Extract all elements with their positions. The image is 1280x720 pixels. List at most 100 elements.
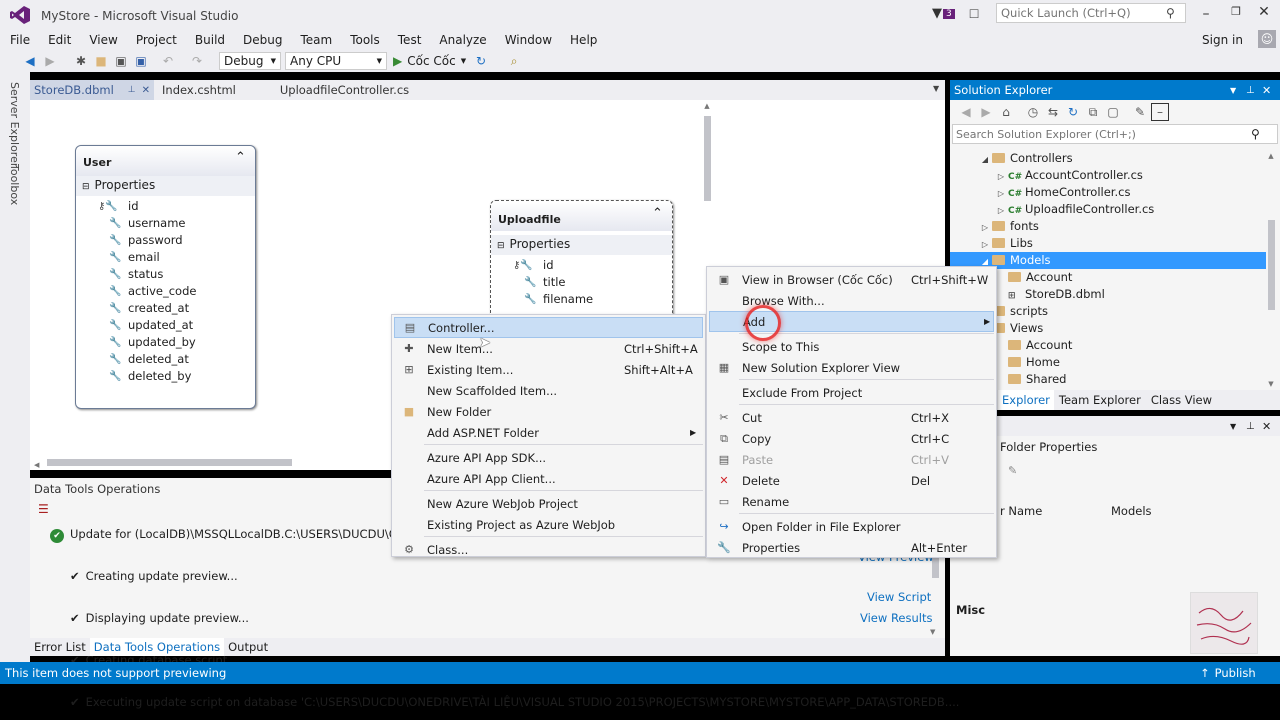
- property-value[interactable]: Models: [1111, 504, 1152, 518]
- search-icon[interactable]: ⚲: [1166, 6, 1175, 20]
- collapse-icon[interactable]: ⌃: [235, 150, 246, 165]
- collapse-section-icon[interactable]: ⊟: [497, 241, 505, 251]
- horizontal-scrollbar[interactable]: ◀: [34, 456, 394, 469]
- sign-in-link[interactable]: Sign in: [1202, 33, 1243, 47]
- tree-item[interactable]: ▷ C# UploadfileController.cs: [950, 201, 1266, 218]
- context-menu-item-copy[interactable]: ⧉ Copy Ctrl+C: [709, 428, 994, 449]
- tab-uploadfile-controller[interactable]: UploadfileController.cs: [272, 83, 417, 97]
- add-menu-item-azure-api-app-client[interactable]: Azure API App Client...: [394, 468, 703, 489]
- context-menu-item-open-folder-in-file-explorer[interactable]: ↪ Open Folder in File Explorer: [709, 516, 994, 537]
- tab-class-view[interactable]: Class View: [1146, 393, 1217, 407]
- entity-property[interactable]: 🔧 deleted_by: [76, 368, 255, 385]
- add-menu-item-new-item[interactable]: ✚ New Item... Ctrl+Shift+A: [394, 338, 703, 359]
- run-button[interactable]: ▶ Cốc Cốc ▼: [393, 54, 466, 68]
- collapsed-arrow-icon[interactable]: ▷: [978, 236, 992, 253]
- add-menu-item-new-folder[interactable]: ■ New Folder: [394, 401, 703, 422]
- scroll-thumb[interactable]: [47, 459, 292, 466]
- vertical-scrollbar[interactable]: ▼: [930, 550, 940, 636]
- view-results-link[interactable]: View Results: [860, 611, 932, 625]
- solution-search-input[interactable]: [956, 127, 1246, 141]
- add-menu-item-new-scaffolded-item[interactable]: New Scaffolded Item...: [394, 380, 703, 401]
- context-menu-item-rename[interactable]: ▭ Rename: [709, 491, 994, 512]
- dropdown-icon[interactable]: ▼: [1230, 422, 1236, 431]
- properties-section[interactable]: ⊟ Properties: [76, 176, 255, 196]
- solution-configuration-combo[interactable]: Debug ▼: [219, 52, 281, 70]
- close-icon[interactable]: ✕: [1262, 84, 1271, 97]
- entity-property[interactable]: 🔧 filename: [491, 291, 672, 308]
- quick-launch-input[interactable]: [1001, 6, 1166, 20]
- menu-edit[interactable]: Edit: [39, 30, 80, 50]
- toolbox-tab[interactable]: Toolbox: [8, 164, 21, 205]
- object-selector[interactable]: Folder Properties: [1000, 440, 1097, 454]
- collapse-section-icon[interactable]: ⊟: [82, 182, 90, 192]
- show-all-files-icon[interactable]: ▢: [1104, 103, 1122, 121]
- menu-help[interactable]: Help: [561, 30, 606, 50]
- expanded-arrow-icon[interactable]: ◢: [978, 151, 992, 168]
- tree-item[interactable]: Views: [950, 320, 1266, 337]
- forward-icon[interactable]: ▶: [41, 52, 59, 70]
- context-menu-item-view-in-browser-c-c-c-c[interactable]: ▣ View in Browser (Cốc Cốc) Ctrl+Shift+W: [709, 269, 994, 290]
- tree-item[interactable]: Shared: [950, 371, 1266, 388]
- tree-item[interactable]: ▷ fonts: [950, 218, 1266, 235]
- menu-debug[interactable]: Debug: [234, 30, 291, 50]
- feedback-icon[interactable]: ☐: [969, 7, 980, 21]
- entity-property[interactable]: 🔧 active_code: [76, 283, 255, 300]
- refresh-icon[interactable]: ↻: [1064, 103, 1082, 121]
- menu-team[interactable]: Team: [291, 30, 341, 50]
- menu-build[interactable]: Build: [186, 30, 234, 50]
- pin-icon[interactable]: ⊥: [128, 85, 136, 95]
- save-icon[interactable]: ▣: [112, 52, 130, 70]
- tab-solution-explorer[interactable]: Explorer: [998, 390, 1054, 410]
- tree-item[interactable]: ▷ C# HomeController.cs: [950, 184, 1266, 201]
- pin-icon[interactable]: ⊥: [1246, 85, 1255, 96]
- server-explorer-tab[interactable]: Server Explorer: [8, 82, 21, 167]
- redo-icon[interactable]: ↷: [188, 52, 206, 70]
- tab-team-explorer[interactable]: Team Explorer: [1054, 393, 1146, 407]
- context-menu-item-cut[interactable]: ✂ Cut Ctrl+X: [709, 407, 994, 428]
- entity-property[interactable]: 🔧 updated_at: [76, 317, 255, 334]
- add-menu-item-controller[interactable]: ▤ Controller...: [394, 317, 703, 338]
- search-icon[interactable]: ⚲: [1251, 127, 1260, 141]
- tree-item[interactable]: ◢ Controllers: [950, 150, 1266, 167]
- context-menu-item-scope-to-this[interactable]: Scope to This: [709, 336, 994, 357]
- tree-item[interactable]: Account: [950, 337, 1266, 354]
- avatar[interactable]: ☺: [1258, 30, 1276, 48]
- collapse-all-icon[interactable]: ⧉: [1084, 103, 1102, 121]
- tree-item[interactable]: scripts: [950, 303, 1266, 320]
- home-icon[interactable]: ⌂: [997, 103, 1015, 121]
- new-project-icon[interactable]: ✱: [72, 52, 90, 70]
- scroll-left-icon[interactable]: ◀: [34, 461, 39, 469]
- minimize-button[interactable]: –: [1196, 6, 1216, 22]
- add-menu-item-new-azure-webjob-project[interactable]: New Azure WebJob Project: [394, 493, 703, 514]
- entity-property[interactable]: 🔧 created_at: [76, 300, 255, 317]
- property-pages-icon[interactable]: ✎: [1008, 464, 1017, 477]
- undo-icon[interactable]: ↶: [159, 52, 177, 70]
- close-button[interactable]: ✕: [1254, 4, 1274, 20]
- close-icon[interactable]: ✕: [1262, 420, 1271, 433]
- tree-item[interactable]: Home: [950, 354, 1266, 371]
- context-menu-item-delete[interactable]: ✕ Delete Del: [709, 470, 994, 491]
- menu-tools[interactable]: Tools: [341, 30, 389, 50]
- refresh-icon[interactable]: ↻: [472, 52, 490, 70]
- properties-icon[interactable]: ✎: [1131, 103, 1149, 121]
- menu-project[interactable]: Project: [127, 30, 186, 50]
- open-file-icon[interactable]: ■: [92, 52, 110, 70]
- tab-error-list[interactable]: Error List: [30, 638, 90, 656]
- properties-section[interactable]: ⊟ Properties: [491, 235, 672, 255]
- menu-test[interactable]: Test: [389, 30, 431, 50]
- solution-search-box[interactable]: ⚲: [952, 124, 1278, 144]
- back-icon[interactable]: ◀: [21, 52, 39, 70]
- collapsed-arrow-icon[interactable]: ▷: [994, 185, 1008, 202]
- entity-property[interactable]: 🔧 deleted_at: [76, 351, 255, 368]
- back-icon[interactable]: ◀: [957, 103, 975, 121]
- scroll-down-icon[interactable]: ▼: [1265, 380, 1277, 388]
- context-menu-item-paste[interactable]: ▤ Paste Ctrl+V: [709, 449, 994, 470]
- menu-analyze[interactable]: Analyze: [430, 30, 495, 50]
- entity-property[interactable]: 🔧 updated_by: [76, 334, 255, 351]
- menu-window[interactable]: Window: [496, 30, 561, 50]
- entity-property[interactable]: 🔧 title: [491, 274, 672, 291]
- menu-view[interactable]: View: [80, 30, 126, 50]
- scroll-thumb[interactable]: [703, 116, 711, 201]
- restore-button[interactable]: ❐: [1226, 5, 1246, 19]
- notification-badge[interactable]: 3: [943, 8, 955, 19]
